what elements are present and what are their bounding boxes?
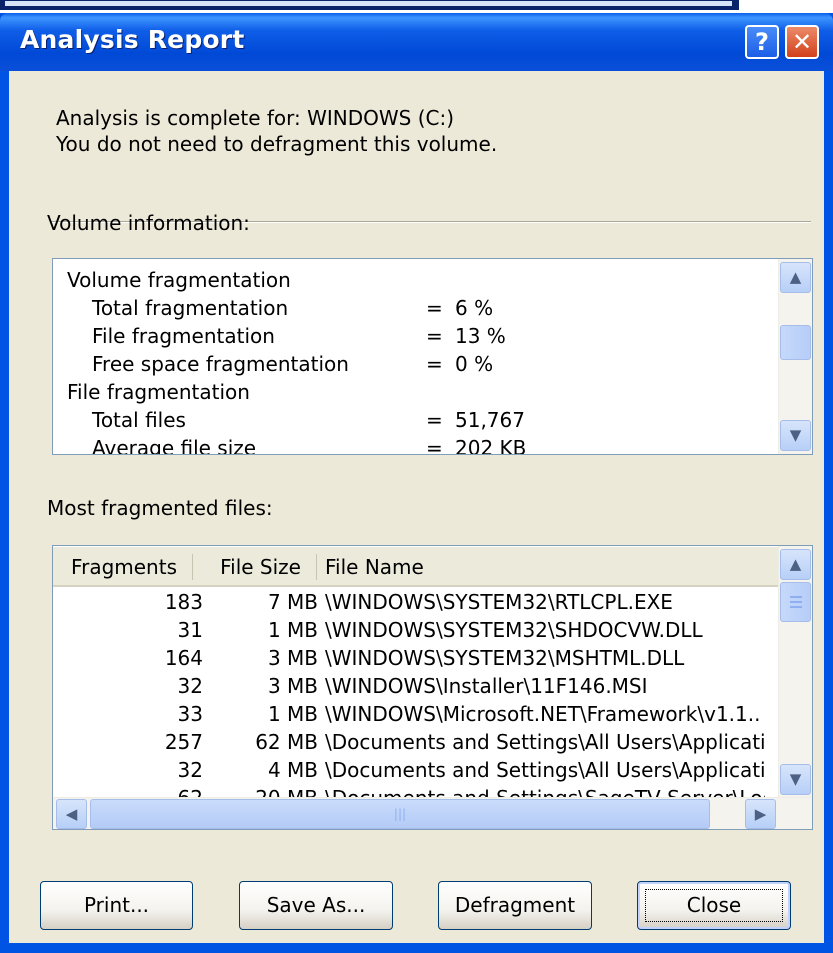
background-window-client [5,1,732,6]
cell-fragments: 33 [177,702,203,726]
status-line-recommendation: You do not need to defragment this volum… [56,132,498,156]
table-row[interactable]: 257 62 MB \Documents and Settings\All Us… [53,730,773,758]
volume-info-row: Total files = 51,767 [53,408,753,436]
table-row[interactable]: 164 3 MB \WINDOWS\SYSTEM32\MSHTML.DLL [53,646,773,674]
volume-info-value: 202 KB [455,436,527,454]
volume-info-equals: = [426,408,443,432]
cell-fragments: 31 [177,618,203,642]
background-window-edge [0,0,739,10]
focus-indicator [645,889,783,922]
volume-info-row: File fragmentation [53,380,753,408]
cell-file-size: 20 MB [255,786,318,797]
volume-info-row: Volume fragmentation [53,268,753,296]
volume-info-label: Volume fragmentation [67,268,291,292]
volume-info-listbox[interactable]: Volume fragmentation Total fragmentation… [52,258,813,455]
volume-info-label: Average file size [92,436,257,454]
volume-info-label: Total fragmentation [92,296,289,320]
table-row[interactable]: 33 1 MB \WINDOWS\Microsoft.NET\Framework… [53,702,773,730]
cell-file-name: \WINDOWS\Microsoft.NET\Framework\v1.1.. [325,702,761,726]
volume-info-value: 13 % [455,324,506,348]
volume-info-row: File fragmentation = 13 % [53,324,753,352]
volume-info-value: 0 % [455,352,494,376]
fragmented-files-heading: Most fragmented files: [47,496,273,520]
files-hscroll-thumb[interactable]: ||| [90,799,710,829]
grip-line [790,596,802,598]
volume-info-equals: = [426,296,443,320]
window-frame-bottom [0,943,833,953]
cell-fragments: 183 [164,590,203,614]
scroll-right-icon[interactable]: ▶ [745,799,776,829]
cell-file-size: 1 MB [267,618,318,642]
cell-fragments: 32 [177,758,203,782]
scroll-up-icon[interactable]: ▲ [780,262,811,293]
volume-info-value: 51,767 [455,408,525,432]
table-row[interactable]: 31 1 MB \WINDOWS\SYSTEM32\SHDOCVW.DLL [53,618,773,646]
volume-info-label: Free space fragmentation [92,352,349,376]
volume-info-equals: = [426,436,443,454]
status-line-complete: Analysis is complete for: WINDOWS (C:) [56,106,455,130]
cell-file-name: \Documents and Settings\SageTV Server\Lo… [325,786,765,797]
volume-info-scroll-thumb[interactable] [780,325,811,360]
volume-info-label: File fragmentation [67,380,250,404]
volume-info-equals: = [426,324,443,348]
scroll-left-icon[interactable]: ◀ [56,799,87,829]
files-scroll-thumb[interactable] [780,582,811,622]
analysis-report-dialog: Analysis Report ? ✕ Analysis is complete… [0,13,833,953]
volume-info-label: Total files [92,408,186,432]
grip-line [790,606,802,608]
grip-line [790,601,802,603]
save-as-button[interactable]: Save As... [239,881,393,930]
title-bar[interactable]: Analysis Report ? ✕ [0,13,833,71]
fragmented-files-content: Fragments File Size File Name 183 7 MB \… [53,546,778,797]
column-divider[interactable] [316,554,317,580]
title-close-button[interactable]: ✕ [785,25,819,59]
volume-info-heading: Volume information: [47,211,250,235]
cell-fragments: 62 [178,786,203,797]
cell-file-size: 7 MB [267,590,318,614]
cell-file-size: 1 MB [267,702,318,726]
table-row[interactable]: 32 3 MB \WINDOWS\Installer\11F146.MSI [53,674,773,702]
volume-info-value: 6 % [455,296,494,320]
volume-info-content: Volume fragmentation Total fragmentation… [53,259,778,454]
table-row[interactable]: 183 7 MB \WINDOWS\SYSTEM32\RTLCPL.EXE [53,590,773,618]
cell-file-name: \Documents and Settings\All Users\Applic… [325,758,765,782]
cell-fragments: 257 [164,730,203,754]
cell-file-size: 3 MB [267,674,318,698]
volume-info-row: Total fragmentation = 6 % [53,296,753,324]
fragmented-files-listview[interactable]: Fragments File Size File Name 183 7 MB \… [52,545,813,830]
volume-info-row: Free space fragmentation = 0 % [53,352,753,380]
cell-file-name: \Documents and Settings\All Users\Applic… [325,730,765,754]
dialog-body: Analysis is complete for: WINDOWS (C:) Y… [9,71,824,943]
scroll-down-icon[interactable]: ▼ [780,764,811,795]
cell-file-name: \WINDOWS\SYSTEM32\SHDOCVW.DLL [325,618,703,642]
grip-icon: ||| [393,807,407,821]
cell-file-size: 4 MB [267,758,318,782]
column-header-file-name[interactable]: File Name [325,547,725,587]
cell-file-name: \WINDOWS\SYSTEM32\MSHTML.DLL [325,646,685,670]
files-vscrollbar[interactable]: ▲ ▼ [778,546,812,797]
cell-file-size: 3 MB [267,646,318,670]
cell-fragments: 164 [164,646,203,670]
close-button[interactable]: Close [637,881,791,930]
cell-fragments: 32 [177,674,203,698]
column-header-file-size[interactable]: File Size [193,547,313,587]
scroll-up-icon[interactable]: ▲ [780,549,811,580]
volume-info-row: Average file size = 202 KB [53,436,753,454]
volume-info-equals: = [426,352,443,376]
cell-file-size: 62 MB [255,730,318,754]
volume-info-label: File fragmentation [92,324,275,348]
dialog-title: Analysis Report [20,25,245,54]
volume-info-vscrollbar[interactable]: ▲ ▼ [778,259,812,454]
scroll-down-icon[interactable]: ▼ [780,420,811,451]
table-row[interactable]: 62 20 MB \Documents and Settings\SageTV … [53,786,773,797]
defragment-button[interactable]: Defragment [438,881,592,930]
print-button[interactable]: Print... [40,881,193,930]
files-hscrollbar[interactable]: ◀ ||| ▶ [53,797,812,829]
cell-file-name: \WINDOWS\Installer\11F146.MSI [325,674,648,698]
help-button[interactable]: ? [745,25,779,59]
cell-file-name: \WINDOWS\SYSTEM32\RTLCPL.EXE [325,590,673,614]
table-row[interactable]: 32 4 MB \Documents and Settings\All User… [53,758,773,786]
column-header-fragments[interactable]: Fragments [53,547,185,587]
